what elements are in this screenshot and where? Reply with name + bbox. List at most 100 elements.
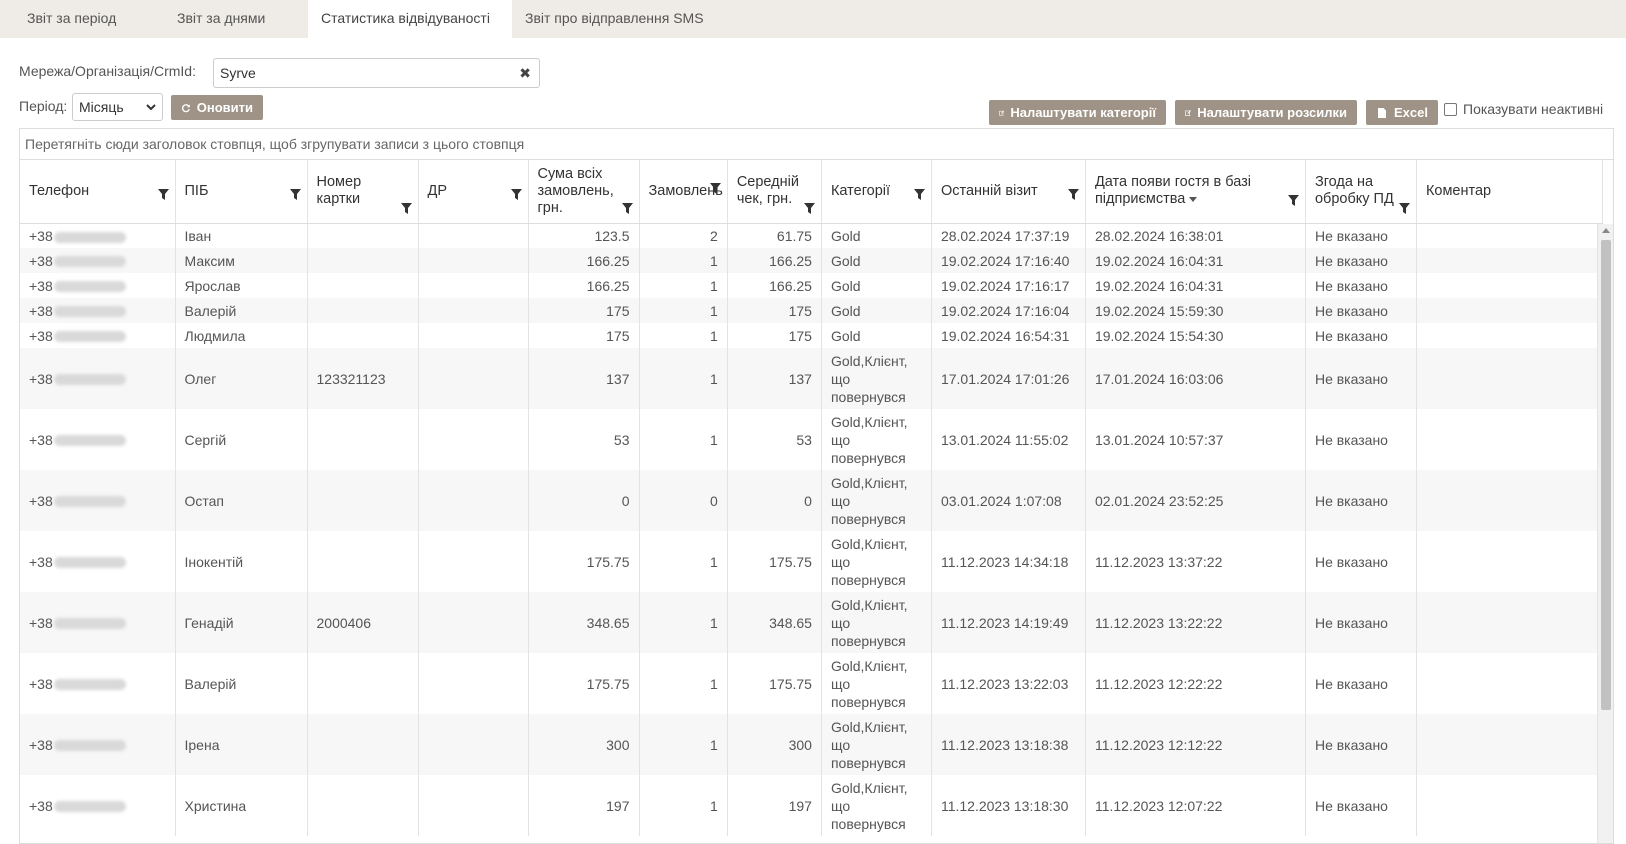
filter-icon[interactable]: [157, 188, 169, 201]
vertical-scrollbar[interactable]: [1597, 224, 1613, 843]
filter-icon[interactable]: [803, 202, 815, 215]
filter-icon[interactable]: [400, 202, 412, 215]
table-row[interactable]: +38 Максим 166.25 1 166.25 Gold 19.02.2024 17:…: [20, 248, 1603, 273]
cell-card: [307, 775, 419, 836]
cell-phone: +38: [20, 223, 176, 248]
cell-cat: Gold: [821, 298, 932, 323]
column-header-dob[interactable]: ДР: [418, 160, 529, 224]
table-row[interactable]: +38 Валерій 175.75 1 175.75 Gold,Клієнт, що п…: [20, 653, 1603, 714]
column-header-total-sum[interactable]: Сума всіх замовлень, грн.: [528, 160, 640, 224]
cell-created: 17.01.2024 16:03:06: [1085, 348, 1306, 409]
cell-phone: +38: [20, 653, 176, 714]
show-inactive-checkbox[interactable]: [1444, 102, 1457, 116]
cell-phone-value: +38: [29, 675, 53, 692]
org-input[interactable]: Syrve ✖: [213, 58, 540, 88]
configure-mailings-button[interactable]: Налаштувати розсилки: [1175, 100, 1357, 125]
cell-name: Олег: [175, 348, 308, 409]
filter-icon[interactable]: [1067, 188, 1079, 201]
redacted-phone-digits: [53, 557, 126, 569]
cell-sum: 53: [528, 409, 640, 470]
cell-sum-value: 300: [606, 736, 630, 753]
show-inactive-toggle[interactable]: Показувати неактивні: [1444, 101, 1603, 117]
filter-icon[interactable]: [709, 182, 721, 195]
tab-period-report[interactable]: Звіт за період: [14, 0, 164, 38]
filter-icon[interactable]: [621, 202, 633, 215]
filter-icon[interactable]: [289, 188, 301, 201]
cell-sum: 175: [528, 298, 640, 323]
table-row[interactable]: +38 Христина 197 1 197 Gold,Клієнт, що поверн…: [20, 775, 1603, 836]
excel-export-button[interactable]: Excel: [1366, 100, 1438, 125]
column-header-last-visit[interactable]: Останній візит: [931, 160, 1086, 224]
column-header-consent[interactable]: Згода на обробку ПД: [1305, 160, 1417, 224]
table-row[interactable]: +38 Олег 123321123 137 1 137 Gold,Клієнт, що п…: [20, 348, 1603, 409]
column-header-phone[interactable]: Телефон: [20, 160, 176, 224]
table-row[interactable]: +38 Ярослав 166.25 1 166.25 Gold 19.02.2024 17…: [20, 273, 1603, 298]
table-row[interactable]: +38 Остап 0 0 0 Gold,Клієнт, що повернувся 03.…: [20, 470, 1603, 531]
cell-consent-value: Не вказано: [1314, 431, 1388, 448]
cell-avg-value: 175.75: [769, 553, 812, 570]
tab-daily-report[interactable]: Звіт за днями: [164, 0, 308, 38]
table-row[interactable]: +38 Інокентій 175.75 1 175.75 Gold,Клієнт, що…: [20, 531, 1603, 592]
cell-phone: +38: [20, 714, 176, 775]
column-header-name[interactable]: ПІБ: [175, 160, 308, 224]
filter-icon[interactable]: [913, 188, 925, 201]
period-select[interactable]: Місяць: [72, 93, 163, 121]
column-header-created-date[interactable]: Дата появи гостя в базі підприємства: [1085, 160, 1306, 224]
cell-card: [307, 531, 419, 592]
filter-icon[interactable]: [1287, 194, 1299, 207]
tab-sms-report[interactable]: Звіт про відправлення SMS: [512, 0, 717, 38]
refresh-button-label: Оновити: [196, 100, 253, 115]
table-row[interactable]: +38 Сергій 53 1 53 Gold,Клієнт, що повернувся…: [20, 409, 1603, 470]
cell-created-value: 11.12.2023 13:37:22: [1094, 553, 1223, 570]
cell-orders: 1: [639, 775, 728, 836]
cell-avg: 175: [727, 323, 822, 348]
cell-name: Валерій: [175, 653, 308, 714]
cell-consent-value: Не вказано: [1314, 302, 1388, 319]
column-header-orders[interactable]: Замовлень: [639, 160, 728, 224]
cell-orders-value: 1: [710, 252, 718, 269]
cell-comment: [1416, 298, 1603, 323]
column-header-categories[interactable]: Категорії: [821, 160, 932, 224]
column-title: Телефон: [29, 182, 90, 199]
tab-attendance-stats[interactable]: Статистика відвідуваності: [308, 0, 512, 38]
table-row[interactable]: +38 Ірена 300 1 300 Gold,Клієнт, що повернувс…: [20, 714, 1603, 775]
column-header-comment[interactable]: Коментар: [1416, 160, 1603, 224]
column-header-avg-check[interactable]: Середній чек, грн.: [727, 160, 822, 224]
scroll-up-icon[interactable]: [1602, 228, 1610, 233]
cell-phone-value: +38: [29, 252, 53, 269]
cell-avg-value: 197: [788, 797, 812, 814]
configure-mailings-label: Налаштувати розсилки: [1197, 105, 1347, 120]
table-row[interactable]: +38 Людмила 175 1 175 Gold 19.02.2024 16:54:31…: [20, 323, 1603, 348]
cell-orders-value: 1: [710, 277, 718, 294]
configure-categories-button[interactable]: Налаштувати категорії: [989, 100, 1166, 125]
column-header-card[interactable]: Номер картки: [307, 160, 419, 224]
cell-dob: [418, 470, 529, 531]
filter-icon[interactable]: [1398, 202, 1410, 215]
column-title: Категорії: [830, 182, 891, 199]
cell-sum-value: 123.5: [594, 227, 630, 244]
table-row[interactable]: +38 Генадій 2000406 348.65 1 348.65 Gold,Клієн…: [20, 592, 1603, 653]
cell-avg: 175.75: [727, 531, 822, 592]
table-row[interactable]: +38 Іван 123.5 2 61.75 Gold 28.02.2024 17:37:1…: [20, 223, 1603, 248]
filter-icon[interactable]: [510, 188, 522, 201]
cell-avg-value: 166.25: [769, 252, 812, 269]
refresh-button[interactable]: Оновити: [171, 95, 263, 120]
table-row[interactable]: +38 Валерій 175 1 175 Gold 19.02.2024 17:16:04…: [20, 298, 1603, 323]
cell-consent: Не вказано: [1305, 470, 1417, 531]
cell-created-value: 19.02.2024 15:54:30: [1094, 327, 1224, 344]
cell-name: Остап: [175, 470, 308, 531]
cell-last-value: 11.12.2023 13:18:38: [940, 736, 1069, 753]
attendance-grid: Перетягніть сюди заголовок стовпця, щоб …: [19, 128, 1614, 844]
cell-dob: [418, 298, 529, 323]
cell-created-value: 02.01.2024 23:52:25: [1094, 492, 1224, 509]
clear-icon[interactable]: ✖: [519, 59, 531, 87]
scrollbar-thumb[interactable]: [1601, 240, 1611, 710]
cell-phone-value: +38: [29, 736, 53, 753]
cell-consent-value: Не вказано: [1314, 492, 1388, 509]
cell-consent-value: Не вказано: [1314, 227, 1388, 244]
chevron-down-icon: [146, 103, 156, 110]
cell-phone-value: +38: [29, 614, 53, 631]
cell-consent: Не вказано: [1305, 531, 1417, 592]
cell-name: Генадій: [175, 592, 308, 653]
group-drop-zone[interactable]: Перетягніть сюди заголовок стовпця, щоб …: [20, 129, 1613, 160]
